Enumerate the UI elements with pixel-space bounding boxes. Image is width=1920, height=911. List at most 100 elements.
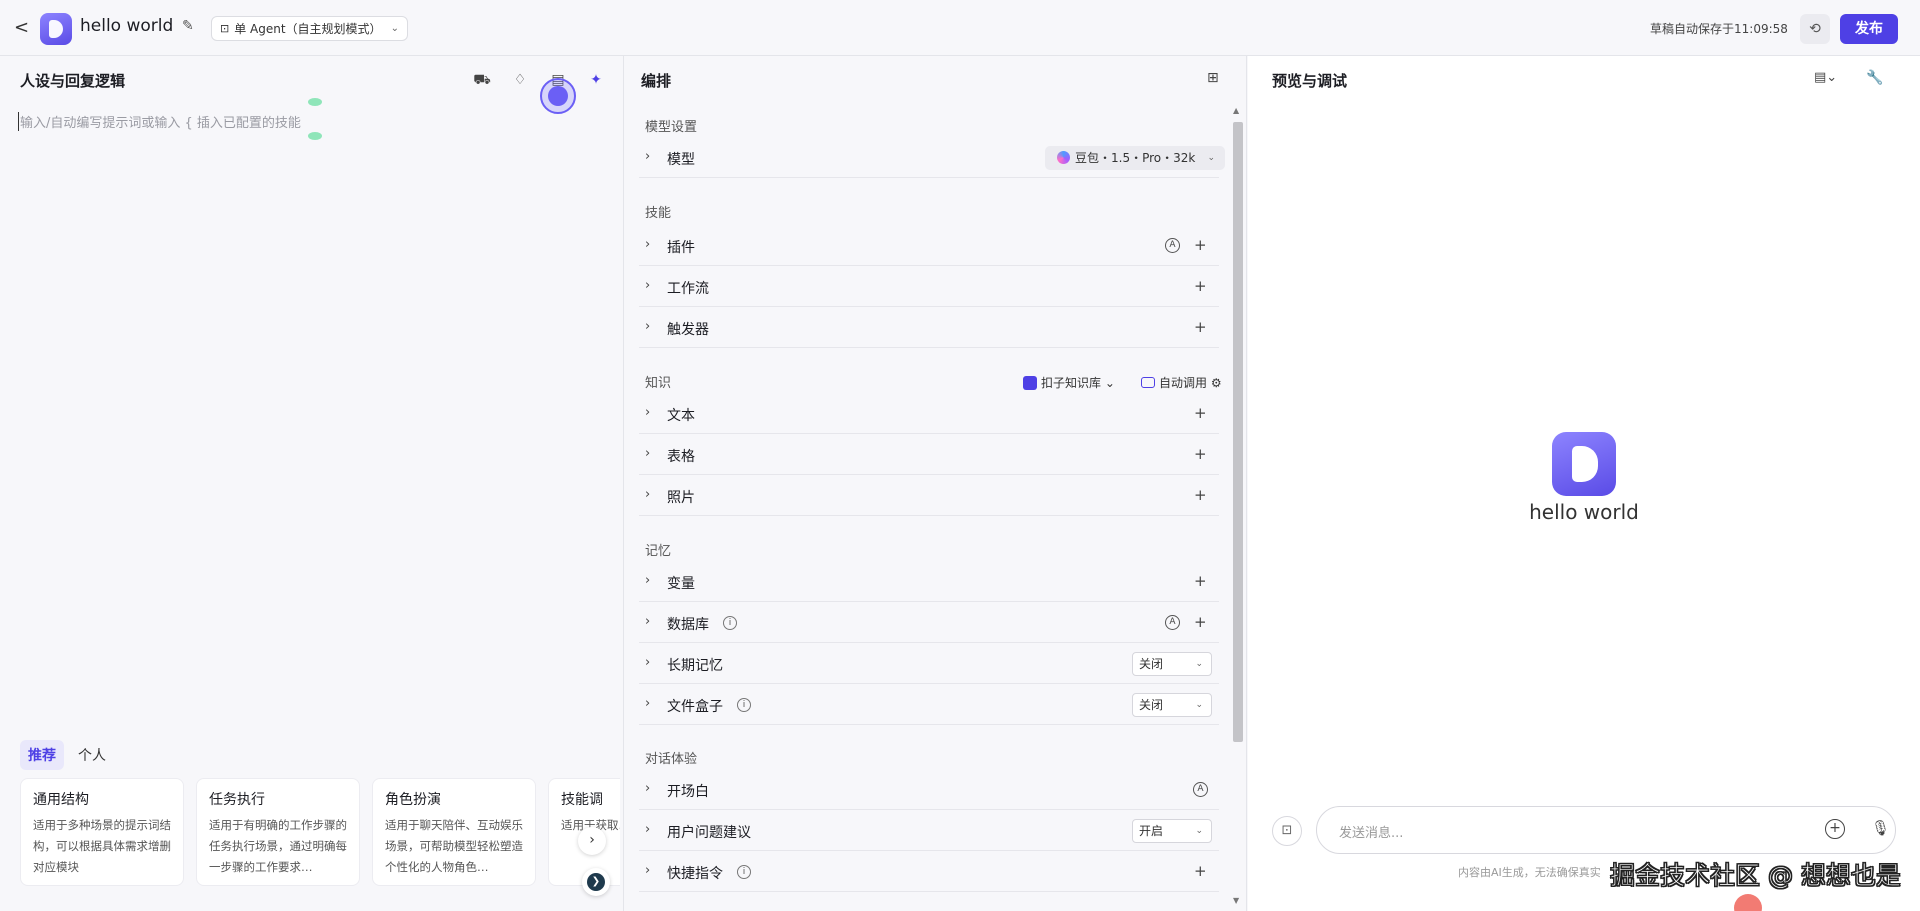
- bulb-icon[interactable]: ♢: [510, 70, 530, 90]
- template-card-title: 任务执行: [209, 792, 265, 808]
- debug-icon[interactable]: 🔧: [1866, 70, 1883, 86]
- chevron-down-icon: ⌄: [1195, 826, 1203, 836]
- info-icon[interactable]: i: [737, 865, 751, 879]
- template-card[interactable]: 任务执行 适用于有明确的工作步骤的任务执行场景，通过明确每一步骤的工作要求…: [196, 778, 360, 886]
- auto-icon[interactable]: A: [1165, 238, 1180, 253]
- bot-avatar: [1552, 432, 1616, 496]
- plus-icon[interactable]: +: [1194, 486, 1207, 504]
- agent-mode-select[interactable]: ⊡ 单 Agent（自主规划模式） ⌄: [211, 16, 408, 41]
- agent-icon: ⊡: [220, 22, 230, 35]
- floating-avatar[interactable]: [1734, 894, 1762, 911]
- layout-select-icon[interactable]: ▤⌄: [1814, 70, 1837, 85]
- row-shortcut[interactable]: › 快捷指令 i +: [639, 852, 1219, 892]
- row-file-box[interactable]: › 文件盒子 i 关闭 ⌄: [639, 685, 1219, 725]
- row-label: 插件: [667, 240, 695, 256]
- row-trigger[interactable]: › 触发器 +: [639, 308, 1219, 348]
- persona-panel-title: 人设与回复逻辑: [20, 72, 126, 90]
- row-label: 长期记忆: [667, 658, 723, 674]
- bot-logo: [40, 13, 72, 45]
- template-card[interactable]: 通用结构 适用于多种场景的提示词结构，可以根据具体需求增删对应模块: [20, 778, 184, 886]
- assistant-button[interactable]: ❯: [582, 868, 610, 896]
- plus-icon[interactable]: +: [1194, 613, 1207, 631]
- chevron-right-icon[interactable]: ›: [578, 827, 606, 855]
- doubao-icon: [1057, 151, 1070, 164]
- row-plugins[interactable]: › 插件 A +: [639, 226, 1219, 266]
- scroll-up-icon[interactable]: ▲: [1233, 106, 1239, 115]
- optimize-icon[interactable]: ✦: [586, 70, 606, 90]
- row-opening[interactable]: › 开场白 A: [639, 770, 1219, 810]
- knowledge-source-label: 扣子知识库: [1041, 376, 1102, 390]
- file-box-select[interactable]: 关闭 ⌄: [1132, 693, 1212, 717]
- chevron-down-icon: ⌄: [1207, 153, 1215, 163]
- plus-icon[interactable]: +: [1194, 572, 1207, 590]
- auto-call-icon: [1141, 377, 1155, 388]
- select-value: 关闭: [1139, 698, 1164, 712]
- row-long-term-memory[interactable]: › 长期记忆 关闭 ⌄: [639, 644, 1219, 684]
- plus-icon[interactable]: +: [1194, 318, 1207, 336]
- row-workflow[interactable]: › 工作流 +: [639, 267, 1219, 307]
- plus-icon[interactable]: +: [1194, 404, 1207, 422]
- plus-icon[interactable]: +: [1194, 277, 1207, 295]
- chevron-right-icon: ›: [645, 237, 651, 252]
- plus-icon[interactable]: +: [1194, 862, 1207, 880]
- info-icon[interactable]: i: [723, 616, 737, 630]
- section-skills: 技能: [645, 206, 672, 221]
- message-placeholder: 发送消息...: [1339, 826, 1404, 841]
- bot-switch-icon[interactable]: ⊡: [1272, 816, 1302, 846]
- mic-icon[interactable]: 🎙: [1871, 819, 1890, 837]
- row-question-suggest[interactable]: › 用户问题建议 开启 ⌄: [639, 811, 1219, 851]
- model-select[interactable]: 豆包・1.5・Pro・32k ⌄: [1045, 146, 1225, 170]
- tab-personal[interactable]: 个人: [70, 740, 114, 770]
- chevron-right-icon: ›: [645, 655, 651, 670]
- row-label: 模型: [667, 152, 695, 168]
- template-card-desc: 适用于有明确的工作步骤的任务执行场景，通过明确每一步骤的工作要求…: [209, 818, 347, 874]
- publish-button[interactable]: 发布: [1840, 14, 1898, 44]
- message-input[interactable]: 发送消息... + 🎙: [1316, 806, 1896, 854]
- row-model[interactable]: › 模型 豆包・1.5・Pro・32k ⌄: [639, 140, 1225, 178]
- knowledge-mode-select[interactable]: 自动调用 ⚙: [1141, 374, 1222, 391]
- model-value: 豆包・1.5・Pro・32k: [1075, 151, 1196, 165]
- long-term-memory-select[interactable]: 关闭 ⌄: [1132, 652, 1212, 676]
- question-suggest-select[interactable]: 开启 ⌄: [1132, 819, 1212, 843]
- row-label: 开场白: [667, 784, 709, 800]
- template-card-desc: 适用于多种场景的提示词结构，可以根据具体需求增删对应模块: [33, 818, 171, 874]
- auto-icon[interactable]: A: [1165, 615, 1180, 630]
- auto-icon[interactable]: A: [1193, 782, 1208, 797]
- select-value: 开启: [1139, 824, 1164, 838]
- autosave-status: 草稿自动保存于11:09:58: [1650, 22, 1788, 36]
- grid-icon[interactable]: ⊞: [1207, 70, 1219, 86]
- scroll-down-icon[interactable]: ▼: [1233, 896, 1239, 905]
- row-database[interactable]: › 数据库 i A +: [639, 603, 1219, 643]
- knowledge-base-icon: [1023, 376, 1037, 390]
- knowledge-source-select[interactable]: 扣子知识库 ⌄: [1023, 374, 1115, 391]
- edit-icon[interactable]: ✎: [182, 18, 194, 34]
- chevron-right-icon: ›: [645, 822, 651, 837]
- chevron-right-icon: ›: [645, 149, 651, 164]
- row-table[interactable]: › 表格 +: [639, 435, 1219, 475]
- row-variable[interactable]: › 变量 +: [639, 562, 1219, 602]
- chevron-right-icon: ›: [645, 405, 651, 420]
- chevron-right-icon: ›: [645, 573, 651, 588]
- chevron-down-icon: ⌄: [390, 23, 399, 34]
- chevron-right-icon: ›: [645, 446, 651, 461]
- agent-mode-label: 单 Agent（自主规划模式）: [234, 22, 382, 36]
- back-icon[interactable]: <: [14, 16, 34, 40]
- scrollbar[interactable]: [1233, 122, 1243, 742]
- cursor-dot: [548, 86, 568, 106]
- model-icon[interactable]: ⛟: [472, 70, 492, 90]
- row-photo[interactable]: › 照片 +: [639, 476, 1219, 516]
- plus-icon[interactable]: +: [1194, 236, 1207, 254]
- row-text[interactable]: › 文本 +: [639, 394, 1219, 434]
- history-icon[interactable]: ⟲: [1800, 14, 1830, 44]
- section-model: 模型设置: [645, 120, 698, 135]
- info-icon[interactable]: i: [737, 698, 751, 712]
- prompt-input[interactable]: 输入/自动编写提示词或输入 { 插入已配置的技能: [18, 112, 301, 131]
- section-knowledge: 知识 扣子知识库 ⌄ 自动调用 ⚙: [645, 372, 1225, 392]
- template-card-title: 技能调: [561, 792, 603, 808]
- plus-icon[interactable]: +: [1194, 445, 1207, 463]
- chevron-right-icon: ›: [645, 278, 651, 293]
- template-cards: 通用结构 适用于多种场景的提示词结构，可以根据具体需求增删对应模块 任务执行 适…: [20, 778, 620, 886]
- template-card[interactable]: 角色扮演 适用于聊天陪伴、互动娱乐场景，可帮助模型轻松塑造个性化的人物角色…: [372, 778, 536, 886]
- tab-recommended[interactable]: 推荐: [20, 740, 64, 770]
- add-attachment-icon[interactable]: +: [1825, 819, 1845, 839]
